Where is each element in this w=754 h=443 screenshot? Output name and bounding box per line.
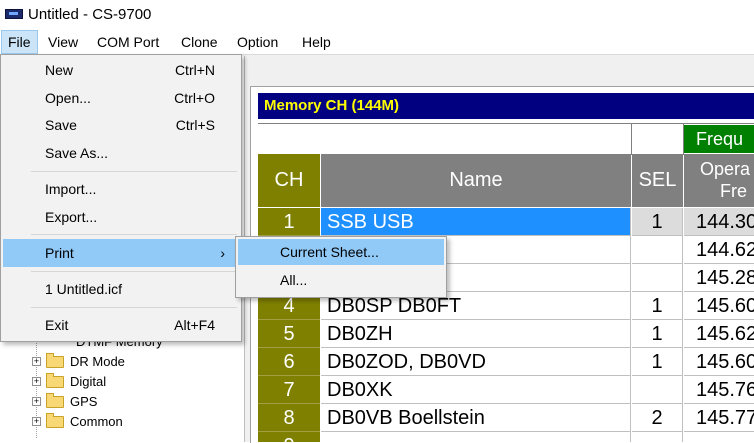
folder-icon — [46, 413, 64, 428]
cell-name[interactable]: DB0XK — [321, 376, 631, 404]
expand-icon[interactable]: + — [32, 357, 41, 366]
menu-item-save-as[interactable]: Save As... — [3, 140, 239, 166]
cell-sel[interactable]: 1 — [632, 292, 683, 320]
cell-ch[interactable]: 9 — [258, 432, 320, 442]
menu-separator — [31, 271, 237, 272]
menu-item-export[interactable]: Export... — [3, 204, 239, 230]
cell-ch[interactable]: 1 — [258, 208, 320, 236]
file-menu: New Ctrl+N Open... Ctrl+O Save Ctrl+S Sa… — [0, 54, 242, 342]
cell-frequency[interactable]: 145.60 — [684, 292, 754, 320]
cell-ch[interactable]: 5 — [258, 320, 320, 348]
menu-separator — [31, 171, 237, 172]
cell-frequency[interactable]: 145.28 — [684, 264, 754, 292]
menu-clone[interactable]: Clone — [175, 30, 224, 54]
folder-icon — [46, 353, 64, 368]
cell-sel[interactable] — [632, 376, 683, 404]
menu-file[interactable]: File — [1, 30, 38, 54]
table-row[interactable]: 7 DB0XK 145.76 — [258, 376, 754, 404]
cell-sel[interactable] — [632, 236, 683, 264]
cell-frequency[interactable] — [684, 432, 754, 442]
tree-item-label: DR Mode — [70, 354, 125, 369]
folder-icon — [46, 393, 64, 408]
menu-separator — [31, 307, 237, 308]
menu-item-save[interactable]: Save Ctrl+S — [3, 112, 239, 138]
menu-item-print-current-sheet[interactable]: Current Sheet... — [238, 239, 444, 265]
cell-ch[interactable]: 6 — [258, 348, 320, 376]
cell-name[interactable]: DB0ZH — [321, 320, 631, 348]
cell-ch[interactable]: 7 — [258, 376, 320, 404]
frequency-group-header: Frequ — [684, 125, 754, 153]
sheet-title: Memory CH (144M) — [258, 93, 754, 119]
cell-sel[interactable]: 2 — [632, 404, 683, 432]
table-row[interactable]: 8 DB0VB Boellstein 2 145.77 — [258, 404, 754, 432]
menu-view[interactable]: View — [42, 30, 84, 54]
table-row[interactable]: 1 SSB USB 1 144.30 — [258, 208, 754, 236]
expand-icon[interactable]: + — [32, 397, 41, 406]
cell-name[interactable]: DB0VB Boellstein — [321, 404, 631, 432]
cell-name[interactable]: SSB USB — [321, 208, 631, 236]
cell-ch[interactable]: 8 — [258, 404, 320, 432]
frequency-header-line2: Fre — [720, 181, 747, 201]
cell-name[interactable]: DB0ZOD, DB0VD — [321, 348, 631, 376]
cell-name[interactable] — [321, 432, 631, 442]
cell-frequency[interactable]: 145.77 — [684, 404, 754, 432]
menu-item-import[interactable]: Import... — [3, 176, 239, 202]
table-row[interactable]: 6 DB0ZOD, DB0VD 1 145.60 — [258, 348, 754, 376]
menu-bar: File View COM Port Clone Option Help — [0, 30, 754, 54]
tree-item-label: GPS — [70, 394, 98, 409]
cell-frequency[interactable]: 145.76 — [684, 376, 754, 404]
grid-top-band — [258, 123, 754, 155]
menu-item-recent-file[interactable]: 1 Untitled.icf — [3, 276, 239, 302]
cell-sel[interactable] — [632, 264, 683, 292]
chevron-right-icon: › — [220, 245, 225, 261]
cell-sel[interactable]: 1 — [632, 208, 683, 236]
tree-item-label: Common — [70, 414, 123, 429]
menu-com-port[interactable]: COM Port — [91, 30, 165, 54]
cell-frequency[interactable]: 144.62 — [684, 236, 754, 264]
table-row[interactable]: 9 — [258, 432, 754, 442]
menu-item-open[interactable]: Open... Ctrl+O — [3, 85, 239, 111]
column-header-sel[interactable]: SEL — [632, 154, 683, 207]
cell-sel[interactable] — [632, 432, 683, 442]
column-header-name[interactable]: Name — [321, 154, 631, 207]
menu-item-print-all[interactable]: All... — [238, 267, 444, 293]
expand-icon[interactable]: + — [32, 417, 41, 426]
window-title: Untitled - CS-9700 — [28, 6, 152, 23]
cell-frequency[interactable]: 145.60 — [684, 348, 754, 376]
menu-item-print[interactable]: Print › — [3, 239, 239, 267]
table-row[interactable]: 5 DB0ZH 1 145.62 — [258, 320, 754, 348]
radio-app-icon — [5, 9, 23, 19]
column-header-ch[interactable]: CH — [258, 154, 320, 207]
folder-icon — [46, 373, 64, 388]
cell-sel[interactable]: 1 — [632, 348, 683, 376]
tree-item-label: Digital — [70, 374, 107, 389]
print-submenu: Current Sheet... All... — [235, 236, 447, 298]
expand-icon[interactable]: + — [32, 377, 41, 386]
menu-option[interactable]: Option — [231, 30, 284, 54]
menu-help[interactable]: Help — [296, 30, 337, 54]
menu-item-exit[interactable]: Exit Alt+F4 — [3, 312, 239, 338]
menu-separator — [31, 234, 237, 235]
title-bar: Untitled - CS-9700 — [0, 0, 754, 30]
cell-sel[interactable]: 1 — [632, 320, 683, 348]
frequency-header-line1: Opera — [700, 159, 751, 179]
cell-frequency[interactable]: 145.62 — [684, 320, 754, 348]
cell-frequency[interactable]: 144.30 — [684, 208, 754, 236]
column-header-frequency[interactable]: Opera Fre — [684, 154, 754, 207]
menu-item-new[interactable]: New Ctrl+N — [3, 57, 239, 83]
